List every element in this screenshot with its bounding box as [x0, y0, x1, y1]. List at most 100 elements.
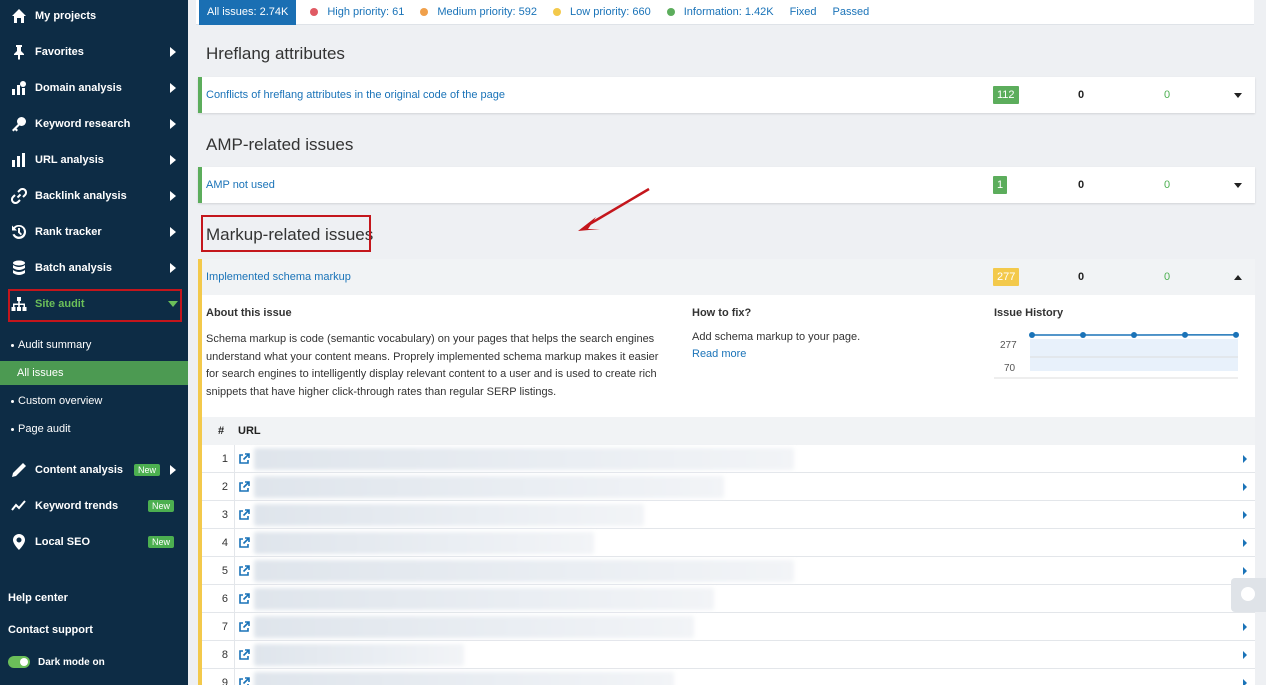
chevron-right-icon[interactable]	[1243, 678, 1247, 685]
sidebar-subitem-all-issues[interactable]: All issues	[0, 361, 188, 385]
issue-link[interactable]: AMP not used	[206, 179, 275, 191]
issue-link[interactable]: Conflicts of hreflang attributes in the …	[206, 89, 505, 101]
redacted-url[interactable]	[254, 560, 794, 582]
sidebar-item-label: Keyword trends	[35, 500, 119, 512]
chevron-down-icon[interactable]	[1234, 182, 1242, 188]
filter-information[interactable]: Information: 1.42K	[659, 0, 782, 25]
table-row[interactable]: 2	[202, 473, 1255, 501]
external-link-icon[interactable]	[238, 620, 250, 633]
external-link-icon[interactable]	[238, 452, 250, 465]
external-link-icon[interactable]	[238, 676, 250, 685]
key-icon	[10, 115, 28, 133]
scroll-to-top-button[interactable]	[1231, 578, 1266, 612]
issue-link[interactable]: Implemented schema markup	[206, 271, 351, 283]
issue-count-badge: 1	[993, 176, 1008, 194]
chevron-right-icon[interactable]	[1243, 510, 1247, 519]
redacted-url[interactable]	[254, 588, 714, 610]
issue-new-count: 0	[1078, 179, 1085, 191]
filter-passed[interactable]: Passed	[825, 0, 878, 25]
table-row[interactable]: 3	[202, 501, 1255, 529]
sidebar-item-favorites[interactable]: Favorites	[0, 39, 188, 65]
high-priority-dot	[310, 8, 319, 16]
redacted-url[interactable]	[254, 644, 464, 666]
filter-high-priority[interactable]: High priority: 61	[302, 0, 412, 25]
sidebar-item-keyword-trends[interactable]: Keyword trends New	[0, 493, 188, 519]
external-link-icon[interactable]	[238, 648, 250, 661]
filter-fixed[interactable]: Fixed	[782, 0, 825, 25]
chevron-down-icon[interactable]	[1234, 92, 1242, 98]
table-row[interactable]: 4	[202, 529, 1255, 557]
external-link-icon[interactable]	[238, 592, 250, 605]
issue-count-badge: 112	[993, 86, 1019, 104]
chevron-right-icon[interactable]	[1243, 538, 1247, 547]
redacted-url[interactable]	[254, 672, 674, 685]
chevron-right-icon[interactable]	[1243, 482, 1247, 491]
sidebar-item-my-projects[interactable]: My projects	[0, 3, 188, 29]
chevron-right-icon[interactable]	[1243, 566, 1247, 575]
chevron-right-icon[interactable]	[1243, 622, 1247, 631]
dark-mode-toggle[interactable]	[8, 656, 30, 668]
row-number: 5	[221, 564, 228, 577]
filter-medium-priority[interactable]: Medium priority: 592	[412, 0, 545, 25]
read-more-link[interactable]: Read more	[692, 348, 746, 360]
home-icon	[10, 7, 28, 25]
contact-support-link[interactable]: Contact support	[8, 624, 93, 636]
filter-all-issues[interactable]: All issues: 2.74K	[199, 0, 297, 25]
table-row[interactable]: 8	[202, 641, 1255, 669]
issue-row-schema-markup[interactable]: Implemented schema markup 277 0 0	[198, 259, 1255, 295]
history-tick-bottom: 70	[1004, 363, 1016, 374]
sidebar-item-label: Keyword research	[35, 118, 131, 130]
redacted-url[interactable]	[254, 504, 644, 526]
sidebar-item-url-analysis[interactable]: URL analysis	[0, 147, 188, 173]
sidebar-item-label: Domain analysis	[35, 82, 122, 94]
filter-low-priority[interactable]: Low priority: 660	[545, 0, 659, 25]
table-row[interactable]: 5	[202, 557, 1255, 585]
trend-icon	[10, 497, 28, 515]
chevron-right-icon	[170, 227, 176, 237]
sidebar-item-keyword-research[interactable]: Keyword research	[0, 111, 188, 137]
issue-row-hreflang-conflicts[interactable]: Conflicts of hreflang attributes in the …	[198, 77, 1255, 113]
history-point	[1131, 332, 1137, 338]
sidebar-item-batch-analysis[interactable]: Batch analysis	[0, 255, 188, 281]
external-link-icon[interactable]	[238, 536, 250, 549]
sidebar-item-content-analysis[interactable]: Content analysis New	[0, 457, 188, 483]
row-number: 7	[221, 620, 228, 633]
url-table-header: # URL	[202, 417, 1255, 445]
table-row[interactable]: 9	[202, 669, 1255, 685]
issue-row-amp-not-used[interactable]: AMP not used 1 0 0	[198, 167, 1255, 203]
external-link-icon[interactable]	[238, 480, 250, 493]
low-priority-dot	[553, 8, 562, 16]
highlight-box-markup	[201, 215, 371, 252]
help-center-link[interactable]: Help center	[8, 592, 68, 604]
chevron-right-icon[interactable]	[1243, 650, 1247, 659]
information-dot	[666, 8, 675, 16]
redacted-url[interactable]	[254, 448, 794, 470]
new-badge: New	[147, 500, 174, 512]
table-row[interactable]: 7	[202, 613, 1255, 641]
external-link-icon[interactable]	[238, 564, 250, 577]
issue-history-chart: 277 70	[994, 331, 1239, 379]
section-title-hreflang: Hreflang attributes	[206, 44, 345, 63]
chevron-right-icon[interactable]	[1243, 454, 1247, 463]
new-badge: New	[147, 536, 174, 548]
about-issue-text: Schema markup is code (semantic vocabula…	[206, 333, 659, 398]
sidebar-item-domain-analysis[interactable]: Domain analysis	[0, 75, 188, 101]
sidebar-item-label: URL analysis	[35, 154, 104, 166]
row-number: 4	[221, 536, 228, 549]
chevron-up-icon[interactable]	[1234, 274, 1242, 280]
sidebar-subitem-audit-summary[interactable]: Audit summary	[0, 333, 188, 357]
sidebar-subitem-custom-overview[interactable]: Custom overview	[0, 389, 188, 413]
redacted-url[interactable]	[254, 532, 594, 554]
col-num-header: #	[218, 425, 225, 437]
redacted-url[interactable]	[254, 476, 724, 498]
table-row[interactable]: 1	[202, 445, 1255, 473]
pen-icon	[10, 461, 28, 479]
redacted-url[interactable]	[254, 616, 694, 638]
sidebar-item-backlink-analysis[interactable]: Backlink analysis	[0, 183, 188, 209]
table-row[interactable]: 6	[202, 585, 1255, 613]
external-link-icon[interactable]	[238, 508, 250, 521]
sidebar-item-local-seo[interactable]: Local SEO New	[0, 529, 188, 555]
sidebar-item-label: Local SEO	[35, 536, 91, 548]
sidebar-subitem-page-audit[interactable]: Page audit	[0, 417, 188, 441]
sidebar-item-rank-tracker[interactable]: Rank tracker	[0, 219, 188, 245]
